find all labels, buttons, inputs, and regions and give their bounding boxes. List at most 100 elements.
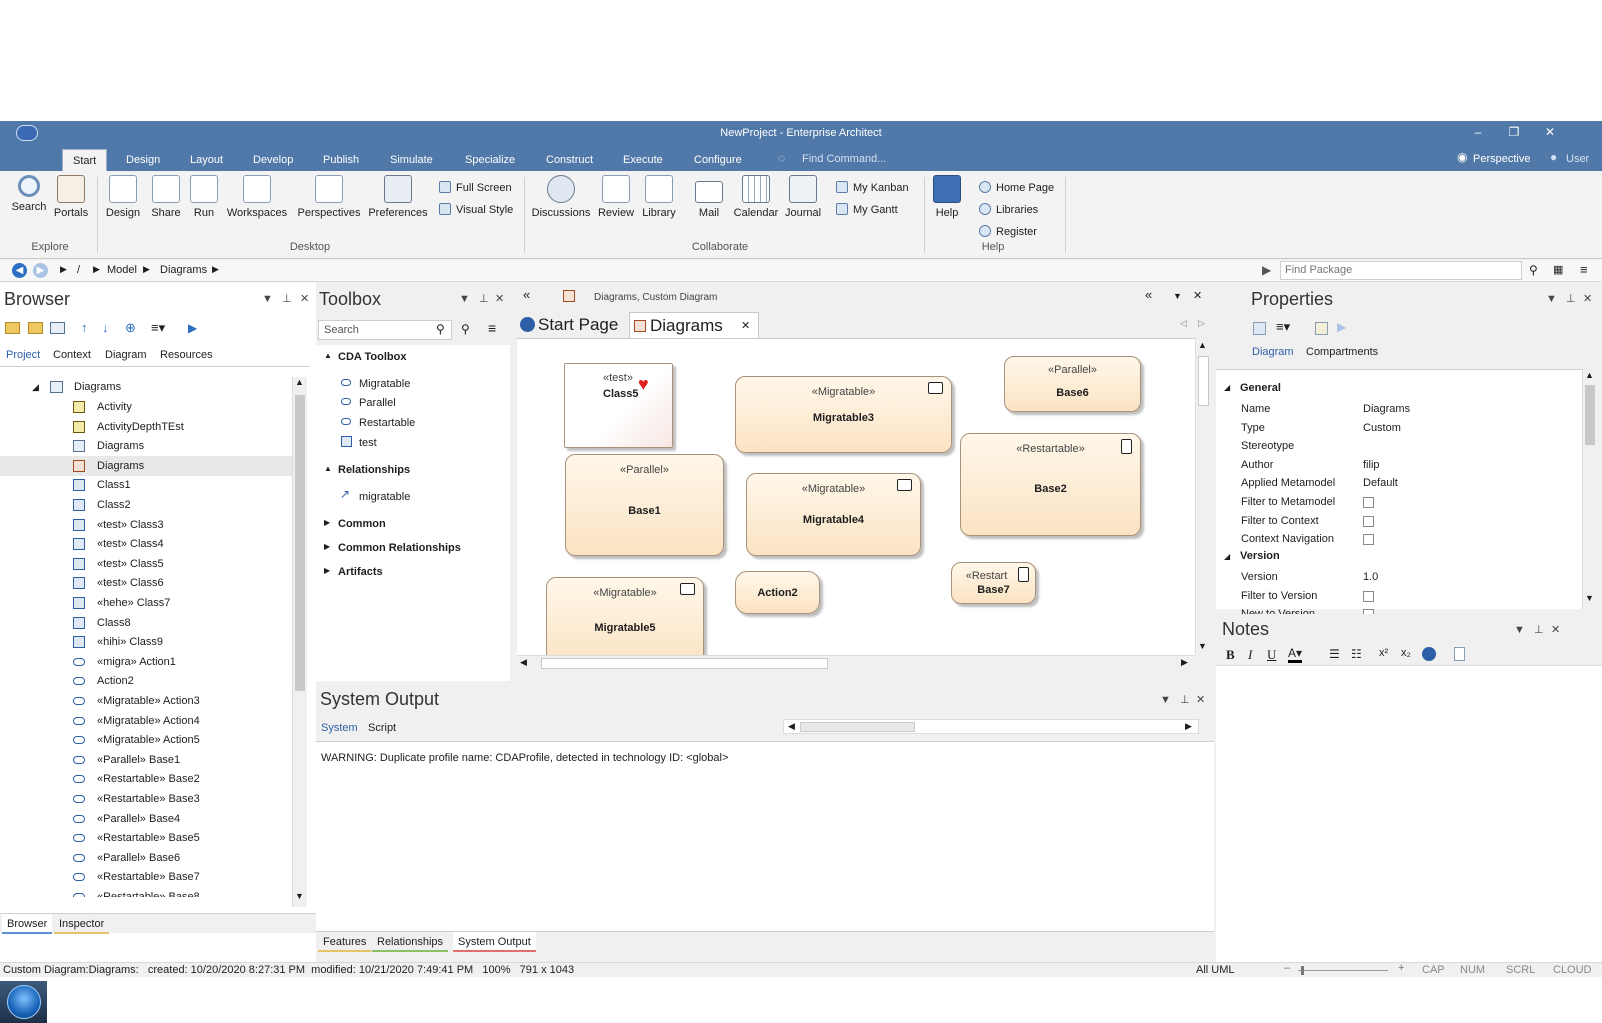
tree-item[interactable]: Action2 (0, 671, 292, 691)
perspective-button[interactable]: Perspective (1473, 153, 1530, 165)
node-base1[interactable]: «Parallel» Base1 (565, 454, 724, 556)
restore-icon[interactable]: ❐ (1497, 121, 1531, 145)
double-chevron-icon[interactable]: « (1145, 287, 1152, 302)
property-value[interactable] (1363, 530, 1374, 552)
italic-icon[interactable]: I (1248, 647, 1252, 663)
tree-root[interactable]: ◢ Diagrams (0, 377, 292, 397)
new-folder-icon[interactable] (5, 322, 20, 334)
zoom-slider-thumb[interactable] (1301, 966, 1304, 975)
node-base6[interactable]: «Parallel» Base6 (1004, 356, 1141, 412)
tab-specialize[interactable]: Specialize (455, 149, 525, 171)
tab-layout[interactable]: Layout (180, 149, 233, 171)
tab-features[interactable]: Features (318, 932, 372, 952)
move-down-icon[interactable]: ↓ (102, 320, 109, 335)
tree-item[interactable]: «test» Class4 (0, 534, 292, 554)
tab-system[interactable]: System (321, 722, 358, 734)
calendar-button[interactable]: Calendar (731, 175, 781, 219)
tab-relationships[interactable]: Relationships (372, 932, 449, 952)
toolbox-item-migratable-relationship[interactable]: migratable (359, 491, 410, 503)
panel-dropdown-icon[interactable]: ▼ (262, 293, 273, 305)
forward-arrow-icon[interactable]: ▶ (188, 321, 197, 335)
bold-icon[interactable]: B (1226, 647, 1235, 663)
libraries-button[interactable]: Libraries (979, 203, 1038, 216)
tab-scroll-left-icon[interactable]: ◁ (1180, 318, 1187, 329)
save-icon[interactable] (1253, 322, 1266, 335)
tree-item[interactable]: «Restartable» Base2 (0, 769, 292, 789)
back-icon[interactable]: ◀ (12, 263, 27, 278)
tree-item[interactable]: ActivityDepthTEst (0, 417, 292, 437)
scroll-left-icon[interactable]: ◀ (788, 721, 795, 732)
tree-item[interactable]: «test» Class6 (0, 573, 292, 593)
property-row[interactable]: Author filip (1241, 456, 1541, 475)
go-icon[interactable]: ▶ (1262, 263, 1271, 277)
tree-item[interactable]: Class1 (0, 475, 292, 495)
menu-icon[interactable]: ≡ (488, 320, 496, 336)
pin-icon[interactable]: ⊥ (479, 292, 489, 305)
find-icon[interactable]: ⚲ (461, 322, 470, 336)
tree-item[interactable]: Class2 (0, 495, 292, 515)
locate-icon[interactable]: ⊕ (125, 320, 136, 336)
pin-icon[interactable]: ⊥ (1180, 693, 1190, 706)
tab-project[interactable]: Project (6, 349, 40, 361)
mail-button[interactable]: Mail (692, 175, 726, 219)
tab-simulate[interactable]: Simulate (380, 149, 443, 171)
double-chevron-left-icon[interactable]: « (523, 287, 530, 302)
zoom-out-icon[interactable]: – (1284, 962, 1290, 974)
toolbox-search-input[interactable]: Search (318, 320, 452, 340)
tab-diagram[interactable]: Diagram (105, 349, 147, 361)
scroll-thumb[interactable] (295, 395, 305, 691)
section-triangle-icon[interactable]: ◢ (1224, 552, 1230, 561)
collapsed-triangle-icon[interactable]: ▶ (324, 518, 330, 527)
discussions-button[interactable]: Discussions (530, 175, 592, 219)
property-checkbox[interactable] (1363, 497, 1374, 508)
tab-inspector[interactable]: Inspector (54, 914, 110, 934)
tab-context[interactable]: Context (53, 349, 91, 361)
close-panel-icon[interactable]: ✕ (1196, 693, 1205, 706)
property-checkbox[interactable] (1363, 515, 1374, 527)
toolbox-item-parallel[interactable]: Parallel (359, 397, 396, 409)
preferences-button[interactable]: Preferences (367, 175, 429, 219)
panel-dropdown-icon[interactable]: ▼ (1514, 624, 1525, 636)
tree-item[interactable]: «Restartable» Base7 (0, 867, 292, 887)
tree-item[interactable]: Activity (0, 397, 292, 417)
pin-icon[interactable]: ⊥ (1566, 292, 1576, 305)
tab-browser[interactable]: Browser (2, 914, 53, 934)
home-page-button[interactable]: Home Page (979, 181, 1054, 194)
forward-arrow-icon[interactable]: ▶ (1337, 320, 1346, 334)
list-menu-icon[interactable]: ≡▾ (1276, 319, 1290, 335)
tree-item[interactable]: «Migratable» Action4 (0, 711, 292, 731)
tree-item[interactable]: «Parallel» Base4 (0, 809, 292, 829)
document-icon[interactable] (1454, 647, 1465, 661)
forward-icon[interactable]: ▶ (33, 263, 48, 278)
tab-script[interactable]: Script (368, 722, 396, 734)
toolbox-item-test[interactable]: test (359, 437, 377, 449)
tab-properties-compartments[interactable]: Compartments (1306, 346, 1378, 358)
tree-item[interactable]: «Migratable» Action3 (0, 691, 292, 711)
tree-item[interactable]: Class8 (0, 613, 292, 633)
scroll-left-icon[interactable]: ◀ (520, 657, 527, 668)
scroll-right-icon[interactable]: ▶ (1181, 657, 1188, 668)
node-base2[interactable]: «Restartable» Base2 (960, 433, 1141, 536)
property-row[interactable]: Filter to Context (1241, 512, 1541, 531)
tab-develop[interactable]: Develop (243, 149, 303, 171)
tab-start[interactable]: Start (62, 149, 108, 171)
scroll-right-icon[interactable]: ▶ (1185, 721, 1192, 732)
property-value[interactable]: 1.0 (1363, 568, 1378, 587)
property-row[interactable]: Version 1.0 (1241, 568, 1541, 587)
tab-diagrams[interactable]: Diagrams ✕ (629, 312, 759, 338)
share-button[interactable]: Share (147, 175, 185, 219)
section-triangle-icon[interactable]: ◢ (1224, 383, 1230, 392)
tree-item[interactable]: «Restartable» Base8 (0, 887, 292, 897)
toolbox-group-common-relationships[interactable]: Common Relationships (338, 542, 461, 554)
property-value[interactable]: Custom (1363, 419, 1401, 438)
tree-item[interactable]: «Parallel» Base1 (0, 750, 292, 770)
zoom-in-icon[interactable]: + (1398, 962, 1404, 974)
status-mode[interactable]: All UML (1196, 964, 1235, 976)
property-row[interactable]: Filter to Version (1241, 587, 1541, 606)
scroll-up-icon[interactable]: ▲ (1585, 370, 1594, 380)
menu-icon[interactable]: ≡ (1580, 262, 1588, 277)
tree-item[interactable]: «Migratable» Action5 (0, 730, 292, 750)
find-command-input[interactable]: Find Command... (802, 153, 886, 165)
tab-design[interactable]: Design (116, 149, 170, 171)
tab-construct[interactable]: Construct (536, 149, 603, 171)
